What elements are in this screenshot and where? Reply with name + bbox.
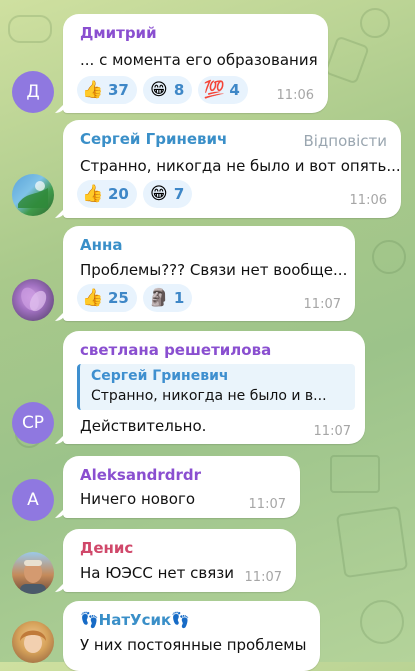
grinning-face-icon: 😁 bbox=[150, 184, 168, 204]
message-time: 11:06 bbox=[349, 193, 387, 208]
reaction-count: 1 bbox=[173, 289, 185, 307]
reaction-chip[interactable]: 👍 25 bbox=[77, 284, 137, 312]
avatar-photo bbox=[21, 287, 47, 312]
reaction-count: 37 bbox=[108, 81, 129, 99]
message-text: У них постоянные проблемы bbox=[80, 636, 307, 654]
reaction-count: 25 bbox=[108, 289, 129, 307]
moai-icon: 🗿 bbox=[148, 288, 170, 308]
avatar-initials: А bbox=[27, 490, 39, 510]
avatar-photo bbox=[20, 560, 46, 594]
reaction-count: 8 bbox=[173, 81, 185, 99]
reaction-count: 20 bbox=[108, 185, 129, 203]
avatar[interactable]: Д bbox=[12, 71, 54, 113]
sender-name[interactable]: светлана решетилова bbox=[80, 341, 271, 359]
message-bubble[interactable]: Aleksandrdrdr Ничего нового 11:07 bbox=[63, 456, 300, 518]
sender-name[interactable]: Денис bbox=[80, 539, 133, 557]
message-list[interactable]: Д Дмитрий ... с момента его образования … bbox=[0, 0, 415, 671]
sender-name[interactable]: Дмитрий bbox=[80, 24, 157, 42]
reaction-chip[interactable]: 👍 20 bbox=[77, 180, 137, 208]
reaction-chip[interactable]: 😁 8 bbox=[142, 76, 193, 104]
avatar-initials: СР bbox=[21, 413, 45, 433]
avatar-initials: Д bbox=[26, 82, 40, 102]
message-text: На ЮЭСС нет связи bbox=[80, 564, 234, 582]
message-bubble[interactable]: 👣НатУсик👣 У них постоянные проблемы bbox=[63, 601, 320, 671]
message-text: Странно, никогда не было и вот опять... bbox=[80, 157, 401, 175]
quote-author: Сергей Гриневич bbox=[91, 368, 229, 384]
avatar[interactable] bbox=[12, 279, 54, 321]
message-time: 11:07 bbox=[244, 570, 282, 585]
grinning-face-icon: 😁 bbox=[150, 80, 168, 100]
reaction-chip[interactable]: 💯 4 bbox=[198, 76, 248, 104]
message-text: Действительно. bbox=[80, 417, 207, 435]
sender-name[interactable]: Aleksandrdrdr bbox=[80, 466, 201, 484]
thumbs-up-icon: 👍 bbox=[82, 80, 104, 100]
reaction-chip[interactable]: 👍 37 bbox=[77, 76, 137, 104]
reaction-count: 4 bbox=[229, 81, 240, 99]
message-text: ... с момента его образования bbox=[80, 51, 318, 69]
reaction-chip[interactable]: 🗿 1 bbox=[142, 284, 193, 312]
sender-name[interactable]: 👣НатУсик👣 bbox=[80, 611, 190, 629]
reactions-bar: 👍 37 😁 8 💯 4 bbox=[77, 76, 248, 104]
message-bubble[interactable]: светлана решетилова Сергей Гриневич Стра… bbox=[63, 331, 365, 444]
message-bubble[interactable]: Анна Проблемы??? Связи нет вообще... 👍 2… bbox=[63, 226, 355, 321]
message-time: 11:06 bbox=[276, 88, 314, 103]
avatar[interactable] bbox=[12, 174, 54, 216]
avatar[interactable] bbox=[12, 621, 54, 663]
message-text: Ничего нового bbox=[80, 490, 196, 508]
message-time: 11:07 bbox=[303, 297, 341, 312]
reaction-count: 7 bbox=[173, 185, 185, 203]
message-bubble[interactable]: Сергей Гриневич Відповісти Странно, нико… bbox=[63, 120, 401, 218]
thumbs-up-icon: 👍 bbox=[82, 184, 104, 204]
message-time: 11:07 bbox=[313, 424, 351, 439]
message-time: 11:07 bbox=[248, 497, 286, 512]
message-bubble[interactable]: Дмитрий ... с момента его образования 👍 … bbox=[63, 14, 328, 113]
avatar[interactable] bbox=[12, 552, 54, 594]
reply-quote[interactable]: Сергей Гриневич Странно, никогда не было… bbox=[77, 364, 355, 410]
reaction-chip[interactable]: 😁 7 bbox=[142, 180, 193, 208]
avatar-photo bbox=[20, 630, 46, 653]
thumbs-up-icon: 👍 bbox=[82, 288, 104, 308]
hundred-points-icon: 💯 bbox=[203, 80, 225, 100]
avatar-photo bbox=[18, 181, 48, 208]
sender-name[interactable]: Анна bbox=[80, 236, 122, 254]
message-text: Проблемы??? Связи нет вообще... bbox=[80, 261, 348, 279]
avatar[interactable]: А bbox=[12, 479, 54, 521]
reactions-bar: 👍 25 🗿 1 bbox=[77, 284, 193, 312]
reactions-bar: 👍 20 😁 7 bbox=[77, 180, 193, 208]
sender-name[interactable]: Сергей Гриневич bbox=[80, 130, 227, 148]
reply-button[interactable]: Відповісти bbox=[303, 132, 387, 150]
quote-text: Странно, никогда не было и в... bbox=[91, 388, 327, 404]
avatar[interactable]: СР bbox=[12, 402, 54, 444]
message-bubble[interactable]: Денис На ЮЭСС нет связи 11:07 bbox=[63, 529, 296, 592]
